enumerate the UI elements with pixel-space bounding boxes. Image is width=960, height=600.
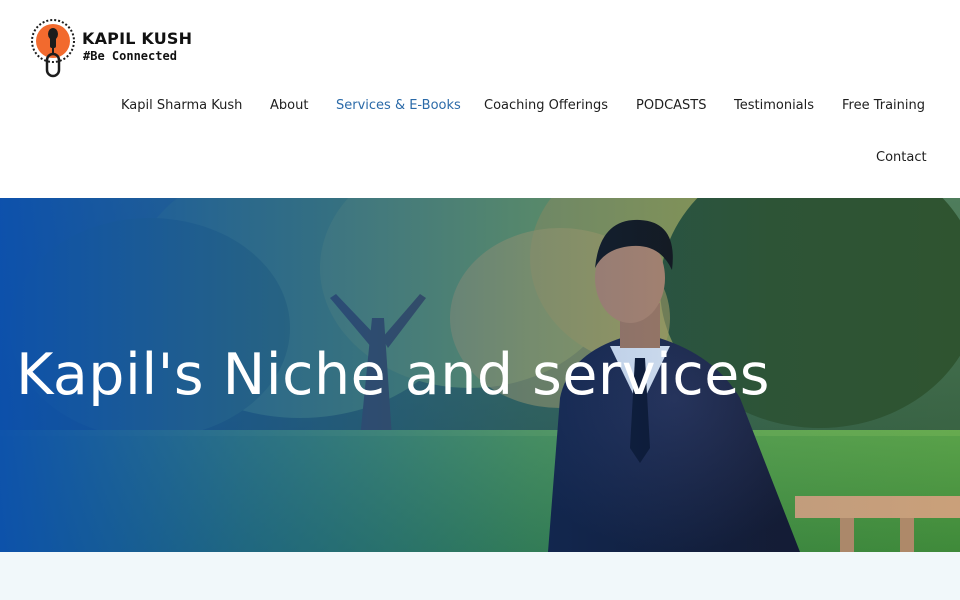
nav-item-contact[interactable]: Contact	[876, 150, 927, 166]
hero-banner: Kapil's Niche and services	[0, 198, 960, 552]
site-header: KAPIL KUSH #Be Connected Kapil Sharma Ku…	[0, 0, 960, 198]
nav-item-podcasts[interactable]: PODCASTS	[636, 98, 707, 114]
content-section-start	[0, 552, 960, 600]
nav-item-kapil-sharma-kush[interactable]: Kapil Sharma Kush	[121, 98, 242, 114]
site-logo[interactable]: KAPIL KUSH #Be Connected	[30, 18, 210, 80]
hero-title: Kapil's Niche and services	[16, 342, 770, 408]
nav-item-coaching-offerings[interactable]: Coaching Offerings	[484, 98, 608, 114]
nav-item-free-training[interactable]: Free Training	[842, 98, 925, 114]
nav-item-about[interactable]: About	[270, 98, 308, 114]
logo-tagline: #Be Connected	[83, 49, 177, 63]
logo-title: KAPIL KUSH	[82, 29, 193, 48]
nav-item-services-ebooks[interactable]: Services & E-Books	[336, 98, 461, 114]
nav-item-testimonials[interactable]: Testimonials	[734, 98, 814, 114]
microphone-logo-icon	[31, 19, 75, 78]
